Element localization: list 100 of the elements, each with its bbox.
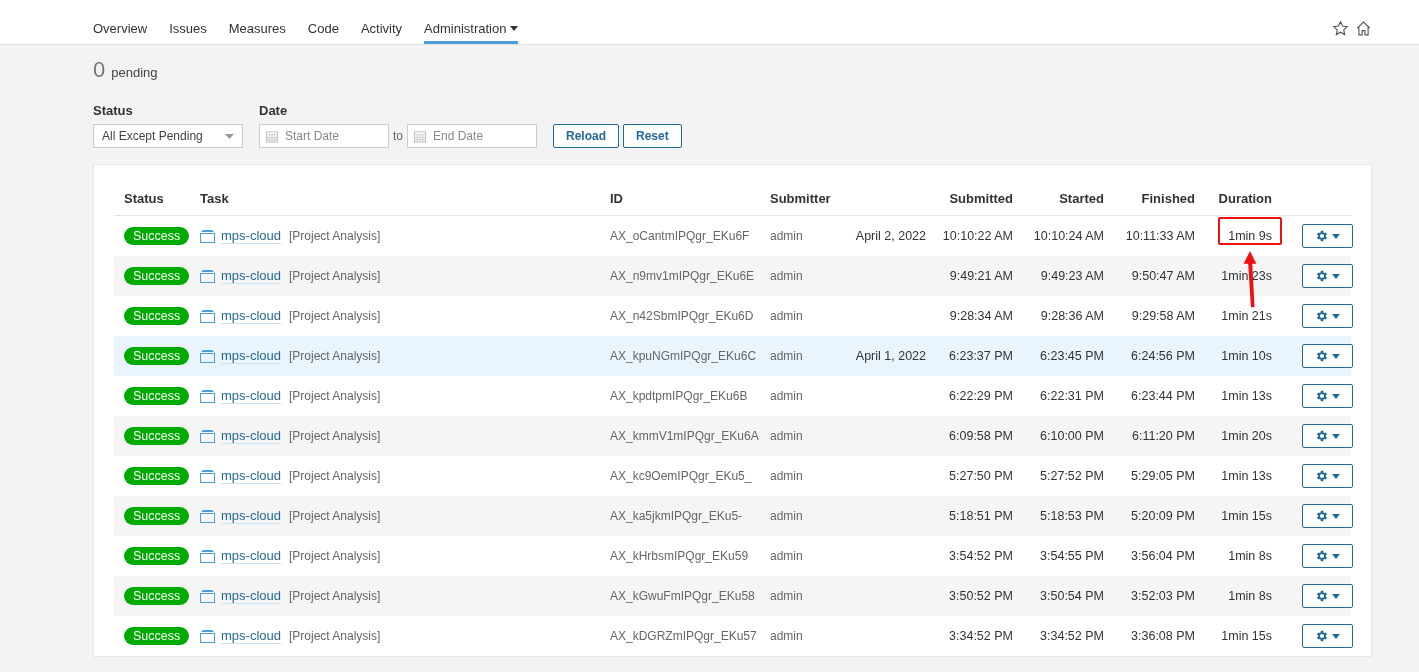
duration-text: 1min 15s <box>1221 509 1272 523</box>
home-icon[interactable] <box>1355 19 1372 37</box>
finished-time: 9:50:47 AM <box>1131 269 1195 283</box>
finished-time: 3:56:04 PM <box>1131 549 1195 563</box>
finished-time: 5:29:05 PM <box>1131 469 1195 483</box>
project-icon <box>200 429 215 443</box>
pending-count: 0 <box>93 57 106 83</box>
project-link[interactable]: mps-cloud <box>221 628 281 644</box>
task-id: AX_kHrbsmIPQgr_EKu59 <box>610 549 749 563</box>
task-id: AX_kmmV1mIPQgr_EKu6A <box>610 429 759 443</box>
project-link[interactable]: mps-cloud <box>221 548 281 564</box>
status-badge: Success <box>124 507 190 525</box>
duration-text: 1min 8s <box>1228 589 1272 603</box>
finished-time: 3:52:03 PM <box>1131 589 1195 603</box>
duration-text: 1min 10s <box>1221 349 1272 363</box>
column-header: Status <box>123 190 165 206</box>
project-link[interactable]: mps-cloud <box>221 428 281 444</box>
finished-time: 6:11:20 PM <box>1132 429 1195 443</box>
submitted-time: 5:18:51 PM <box>949 509 1013 523</box>
submitted-date: April 1, 2022 <box>855 349 926 363</box>
table-row[interactable]: Success mps-cloud [Project Analysis] AX_kGwuFmIPQgr_EKu58 admin 3:50:52 PM 3:50:54 PM 3:52:03 PM 1min 8s <box>114 576 1351 616</box>
caret-icon <box>1332 393 1340 399</box>
star-icon[interactable] <box>1332 19 1349 37</box>
nav-tab[interactable]: Overview <box>93 21 148 44</box>
nav-tab[interactable]: Code <box>307 21 339 44</box>
actions-button[interactable] <box>1302 464 1353 488</box>
actions-button[interactable] <box>1302 344 1353 368</box>
task-id: AX_kGwuFmIPQgr_EKu58 <box>610 589 755 603</box>
table-row[interactable]: Success mps-cloud [Project Analysis] AX_kpuNGmIPQgr_EKu6C admin April 1, 2022 6:23:37 PM 6:23:45 PM 6:24:56 PM 1min 10s <box>114 336 1351 376</box>
status-badge: Success <box>124 307 190 325</box>
reset-button[interactable]: Reset <box>623 124 682 148</box>
submitter-name: admin <box>770 629 803 643</box>
submitter-name: admin <box>770 589 803 603</box>
duration-text: 1min 13s <box>1221 389 1272 403</box>
calendar-icon <box>414 129 426 143</box>
task-id: AX_ka5jkmIPQgr_EKu5- <box>610 509 743 523</box>
start-date-field[interactable]: Start Date <box>259 124 389 148</box>
duration-text: 1min 15s <box>1221 629 1272 643</box>
actions-button[interactable] <box>1302 264 1353 288</box>
actions-button[interactable] <box>1302 584 1353 608</box>
calendar-icon <box>266 129 278 143</box>
end-date-field[interactable]: End Date <box>407 124 537 148</box>
project-link[interactable]: mps-cloud <box>221 228 281 244</box>
task-id: AX_kc9OemIPQgr_EKu5_ <box>610 469 752 483</box>
nav-tab[interactable]: Administration <box>424 21 519 44</box>
end-date-input[interactable]: End Date <box>431 128 530 144</box>
pending-label: pending <box>111 65 158 80</box>
submitted-time: 9:49:21 AM <box>949 269 1013 283</box>
column-header: ID <box>609 190 624 206</box>
task-type: [Project Analysis] <box>288 389 381 403</box>
actions-button[interactable] <box>1302 504 1353 528</box>
column-header: Submitter <box>769 190 832 206</box>
submitter-name: admin <box>770 469 803 483</box>
reload-button[interactable]: Reload <box>553 124 620 148</box>
actions-button[interactable] <box>1302 224 1353 248</box>
project-icon <box>200 349 215 363</box>
actions-button[interactable] <box>1302 544 1353 568</box>
status-label: Status <box>93 103 134 118</box>
project-link[interactable]: mps-cloud <box>221 388 281 404</box>
started-time: 5:27:52 PM <box>1040 469 1104 483</box>
caret-icon <box>1332 593 1340 599</box>
table-row[interactable]: Success mps-cloud [Project Analysis] AX_kmmV1mIPQgr_EKu6A admin 6:09:58 PM 6:10:00 PM 6:11:20 PM 1min 20s <box>114 416 1351 456</box>
project-link[interactable]: mps-cloud <box>221 348 281 364</box>
submitted-time: 3:34:52 PM <box>949 629 1013 643</box>
started-time: 9:28:36 AM <box>1040 309 1104 323</box>
submitter-name: admin <box>770 429 803 443</box>
duration-text: 1min 21s <box>1221 309 1272 323</box>
project-link[interactable]: mps-cloud <box>221 468 281 484</box>
submitter-name: admin <box>770 509 803 523</box>
gear-icon <box>1315 349 1329 363</box>
status-select[interactable]: All Except Pending <box>93 124 243 148</box>
to-label: to <box>393 129 403 143</box>
gear-icon <box>1315 469 1329 483</box>
project-link[interactable]: mps-cloud <box>221 588 281 604</box>
status-badge: Success <box>124 267 190 285</box>
nav-tab[interactable]: Measures <box>228 21 286 44</box>
actions-button[interactable] <box>1302 624 1353 648</box>
project-icon <box>200 549 215 563</box>
nav-tab[interactable]: Issues <box>169 21 207 44</box>
actions-button[interactable] <box>1302 424 1353 448</box>
status-badge: Success <box>124 467 190 485</box>
column-header: Started <box>1058 190 1104 206</box>
submitted-date: April 2, 2022 <box>855 229 926 243</box>
nav-tab[interactable]: Activity <box>360 21 403 44</box>
started-time: 5:18:53 PM <box>1040 509 1104 523</box>
submitter-name: admin <box>770 549 803 563</box>
project-link[interactable]: mps-cloud <box>221 268 281 284</box>
start-date-input[interactable]: Start Date <box>283 128 382 144</box>
caret-icon <box>1332 473 1340 479</box>
task-type: [Project Analysis] <box>288 509 381 523</box>
gear-icon <box>1315 309 1329 323</box>
project-link[interactable]: mps-cloud <box>221 308 281 324</box>
submitted-time: 6:09:58 PM <box>949 429 1013 443</box>
table-row[interactable]: Success mps-cloud [Project Analysis] AX_ka5jkmIPQgr_EKu5- admin 5:18:51 PM 5:18:53 PM 5:20:09 PM 1min 15s <box>114 496 1351 536</box>
actions-button[interactable] <box>1302 304 1353 328</box>
finished-time: 3:36:08 PM <box>1131 629 1195 643</box>
task-type: [Project Analysis] <box>288 629 381 643</box>
date-label: Date <box>259 103 289 118</box>
actions-button[interactable] <box>1302 384 1353 408</box>
project-link[interactable]: mps-cloud <box>221 508 281 524</box>
